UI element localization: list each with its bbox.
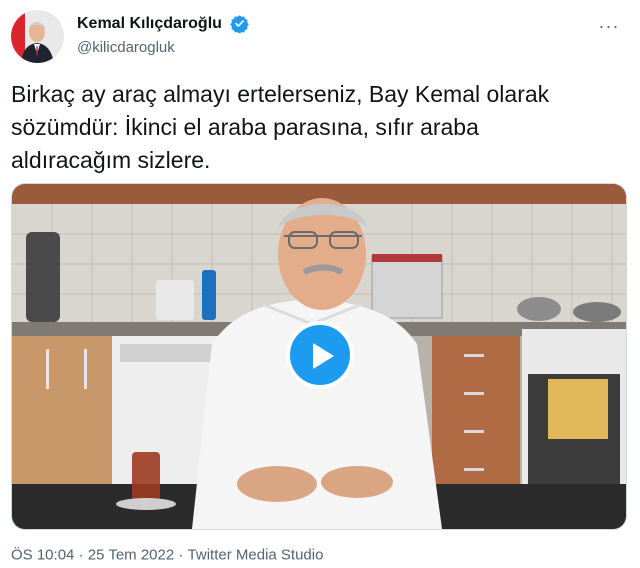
avatar[interactable] bbox=[11, 10, 64, 63]
video-player[interactable] bbox=[11, 183, 627, 530]
tweet-date[interactable]: 25 Tem 2022 bbox=[88, 547, 174, 564]
play-button[interactable] bbox=[286, 321, 354, 389]
tweet-text-line: sözümdür: İkinci el araba parasına, sıfı… bbox=[11, 114, 479, 140]
tweet-header: Kemal Kılıçdaroğlu @kilicdarogluk ··· bbox=[11, 10, 624, 64]
tweet-text-line: Birkaç ay araç almayı ertelerseniz, Bay … bbox=[11, 81, 550, 107]
verified-badge-icon bbox=[230, 14, 250, 34]
tweet-meta: ÖS 10:04 · 25 Tem 2022 · Twitter Media S… bbox=[11, 546, 323, 564]
separator: · bbox=[178, 546, 184, 564]
author-info: Kemal Kılıçdaroğlu @kilicdarogluk bbox=[77, 14, 250, 56]
tweet-text-line: aldıracağım sizlere. bbox=[11, 147, 211, 173]
tweet-text: Birkaç ay araç almayı ertelerseniz, Bay … bbox=[11, 78, 621, 177]
author-display-name[interactable]: Kemal Kılıçdaroğlu bbox=[77, 15, 222, 33]
play-icon bbox=[313, 343, 334, 369]
tweet-time[interactable]: ÖS 10:04 bbox=[11, 547, 74, 564]
separator: · bbox=[78, 546, 84, 564]
tweet-source[interactable]: Twitter Media Studio bbox=[188, 547, 324, 564]
author-handle[interactable]: @kilicdarogluk bbox=[77, 39, 249, 56]
more-options-icon[interactable]: ··· bbox=[594, 16, 624, 36]
